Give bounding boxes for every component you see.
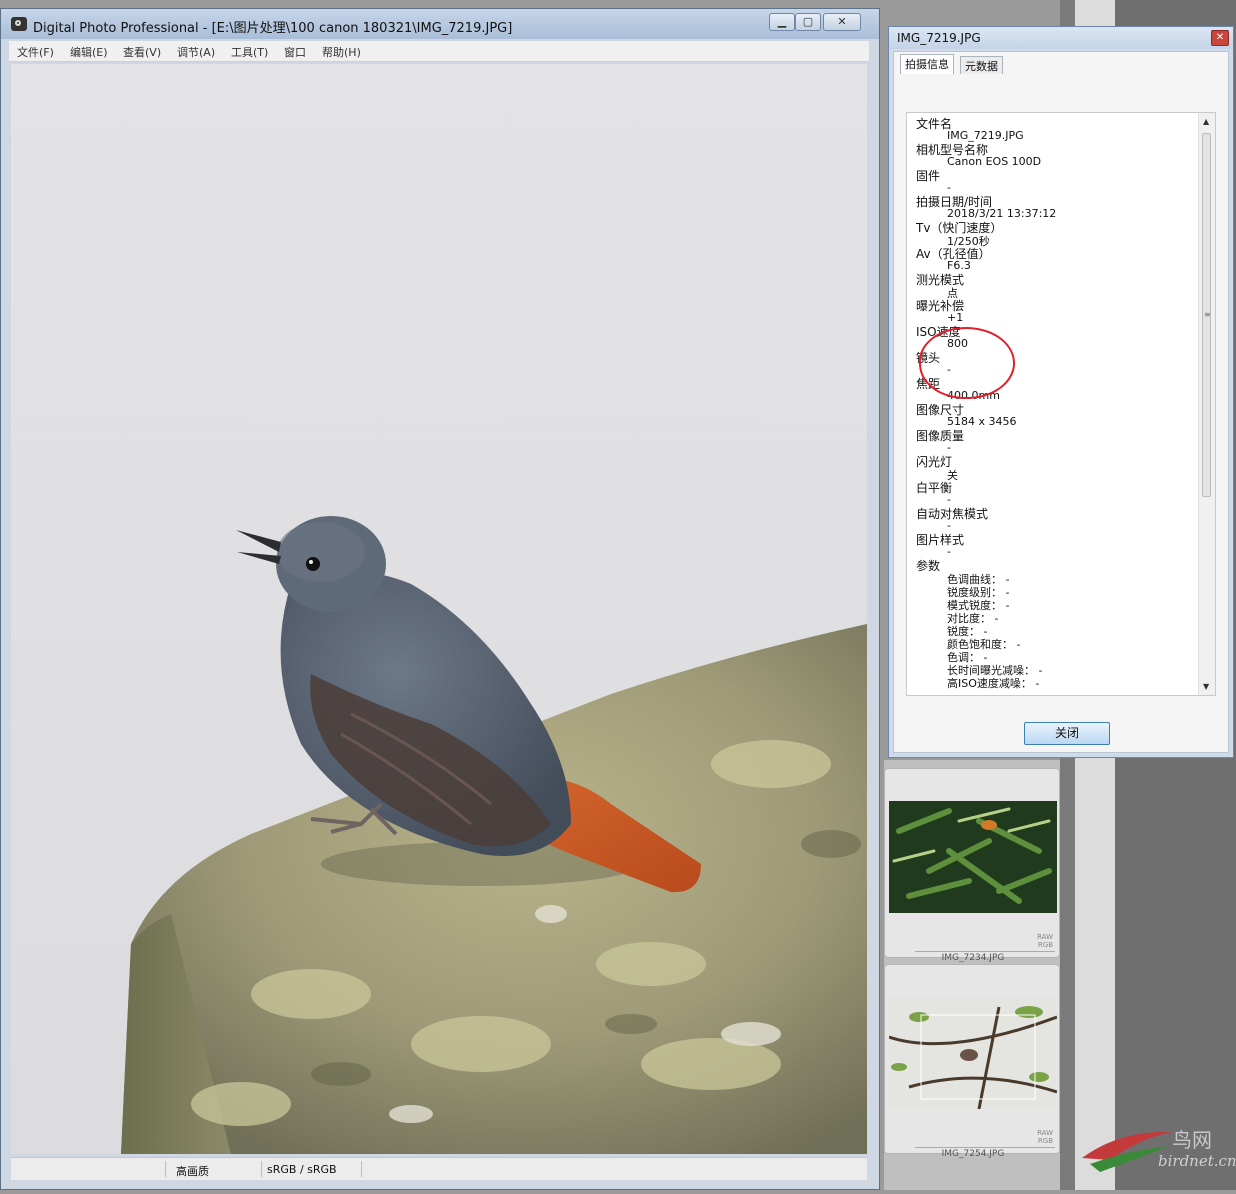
color-space-status: sRGB / sRGB [267, 1163, 337, 1176]
bird-beak-lower [237, 552, 281, 564]
watermark: 鸟网 birdnet.cn [1080, 1120, 1236, 1190]
main-window: Digital Photo Professional - [E:\图片处理\10… [0, 8, 880, 1190]
watermark-en: birdnet.cn [1158, 1152, 1236, 1170]
thumbnail-filename: IMG_7254.JPG [941, 1149, 1005, 1159]
scroll-down-icon[interactable]: ▼ [1203, 682, 1209, 691]
dialog-titlebar[interactable]: IMG_7219.JPG ✕ [889, 27, 1233, 49]
bird-beak-upper [236, 530, 281, 552]
scroll-up-icon[interactable]: ▲ [1203, 117, 1209, 126]
menu-adjust[interactable]: 调节(A) [177, 44, 215, 60]
field-label: 自动对焦模式 [916, 507, 989, 521]
field-label: 图像质量 [916, 429, 965, 443]
menu-tools[interactable]: 工具(T) [231, 44, 268, 60]
menu-help[interactable]: 帮助(H) [322, 44, 361, 60]
dialog-title: IMG_7219.JPG [897, 31, 981, 45]
tab-shooting-info[interactable]: 拍摄信息 [900, 54, 954, 74]
thumbnail-strip: RAW RGB IMG_7234.JPG RAW RGB IMG_7254.JPG [884, 760, 1060, 1190]
parameter-row: 高ISO速度减噪： - [947, 677, 1040, 690]
dialog-close-icon[interactable]: ✕ [1211, 30, 1229, 46]
field-label: 图片样式 [916, 533, 965, 547]
menu-window[interactable]: 窗口 [284, 44, 306, 60]
window-title: Digital Photo Professional - [E:\图片处理\10… [33, 21, 513, 36]
thumbnail-image [889, 801, 1057, 913]
main-titlebar[interactable]: Digital Photo Professional - [E:\图片处理\10… [1, 9, 879, 39]
dialog-body: 拍摄信息 元数据 文件名 IMG_7219.JPG 相机型号名称 Canon EOS … [893, 51, 1229, 753]
field-label: 固件 [916, 169, 941, 183]
raw-badge: RAW RGB [1037, 933, 1053, 949]
bird-photo [121, 516, 867, 1154]
field-label: 参数 [916, 559, 941, 573]
menu-bar: 文件(F) 编辑(E) 查看(V) 调节(A) 工具(T) 窗口 帮助(H) [9, 41, 869, 62]
menu-file[interactable]: 文件(F) [17, 44, 54, 60]
maximize-button[interactable]: ▢ [795, 13, 821, 31]
bird-eye [306, 557, 320, 571]
field-value: - [947, 545, 951, 558]
quality-status: 高画质 [176, 1165, 209, 1178]
field-value: Canon EOS 100D [947, 155, 1042, 168]
thumbnail-card[interactable]: RAW RGB IMG_7234.JPG [884, 768, 1060, 963]
watermark-cn: 鸟网 [1172, 1128, 1212, 1152]
thumbnail-image [889, 997, 1057, 1109]
shooting-info-dialog: IMG_7219.JPG ✕ 拍摄信息 元数据 文件名 IMG_7219.JPG 相… [888, 26, 1234, 758]
menu-view[interactable]: 查看(V) [123, 44, 161, 60]
scroll-thumb[interactable]: ≡ [1202, 133, 1211, 497]
status-bar: 高画质 sRGB / sRGB [11, 1157, 867, 1180]
thumbnail-card[interactable]: RAW RGB IMG_7254.JPG [884, 964, 1060, 1159]
info-list: 文件名 IMG_7219.JPG 相机型号名称 Canon EOS 100D 固件 - 拍摄… [906, 112, 1216, 696]
minimize-button[interactable]: ▁ [769, 13, 795, 31]
photo-view[interactable] [11, 64, 867, 1154]
raw-badge: RAW RGB [1037, 1129, 1053, 1145]
camera-app-icon [11, 17, 27, 31]
thumbnail-filename: IMG_7234.JPG [941, 953, 1005, 963]
close-button[interactable]: 关闭 [1024, 722, 1110, 745]
menu-edit[interactable]: 编辑(E) [70, 44, 108, 60]
tab-metadata[interactable]: 元数据 [960, 56, 1003, 74]
close-window-button[interactable]: ✕ [823, 13, 861, 31]
info-scrollbar[interactable]: ▲ ≡ ▼ [1198, 113, 1215, 695]
